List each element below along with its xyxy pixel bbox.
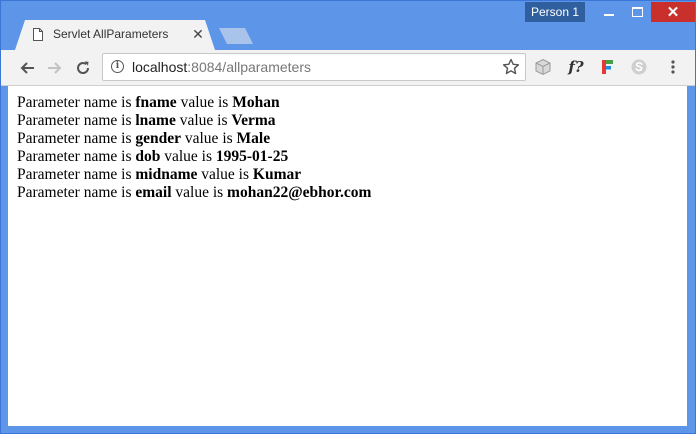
tab-close-icon[interactable]: ✕ bbox=[191, 26, 205, 42]
tab-title: Servlet AllParameters bbox=[53, 27, 169, 41]
parameter-line: Parameter name is midname value is Kumar bbox=[17, 166, 302, 183]
parameter-line: Parameter name is lname value is Verma bbox=[17, 112, 276, 129]
new-tab-button[interactable] bbox=[219, 28, 253, 44]
parameter-list: Parameter name is fname value is Mohan P… bbox=[17, 94, 371, 202]
parameter-line: Parameter name is dob value is 1995-01-2… bbox=[17, 148, 289, 165]
back-arrow-icon bbox=[20, 62, 34, 74]
reload-button[interactable] bbox=[70, 55, 96, 81]
skype-icon bbox=[631, 59, 647, 75]
title-bar: Person 1 ✕ Servlet AllParameters ✕ bbox=[1, 1, 695, 50]
minimize-button[interactable] bbox=[595, 2, 623, 22]
extension-skype-button[interactable] bbox=[628, 56, 650, 78]
toolbar: i localhost:8084/allparameters f? bbox=[1, 50, 695, 86]
tab-active[interactable]: Servlet AllParameters ✕ bbox=[15, 20, 215, 50]
f-icon: f? bbox=[568, 58, 584, 76]
back-button[interactable] bbox=[14, 55, 40, 81]
info-icon[interactable]: i bbox=[111, 60, 124, 73]
page-content: Parameter name is fname value is Mohan P… bbox=[8, 86, 687, 426]
forward-arrow-icon bbox=[48, 62, 62, 74]
url-text[interactable]: localhost:8084/allparameters bbox=[132, 59, 311, 75]
profile-button[interactable]: Person 1 bbox=[525, 2, 585, 22]
address-bar[interactable]: i localhost:8084/allparameters bbox=[102, 53, 526, 81]
extension-cube-button[interactable] bbox=[532, 56, 554, 78]
close-window-button[interactable]: ✕ bbox=[651, 2, 695, 22]
extension-f-button[interactable]: f? bbox=[565, 56, 587, 78]
maximize-icon bbox=[631, 7, 643, 17]
bookmark-star-icon[interactable] bbox=[502, 58, 520, 76]
extension-color-button[interactable] bbox=[597, 56, 619, 78]
maximize-button[interactable] bbox=[623, 2, 651, 22]
color-icon bbox=[602, 60, 613, 74]
menu-button[interactable] bbox=[662, 56, 684, 78]
parameter-line: Parameter name is gender value is Male bbox=[17, 130, 271, 147]
minimize-icon bbox=[604, 14, 614, 16]
browser-window: Person 1 ✕ Servlet AllParameters ✕ i loc… bbox=[0, 0, 696, 434]
forward-button[interactable] bbox=[42, 55, 68, 81]
parameter-line: Parameter name is email value is mohan22… bbox=[17, 184, 372, 201]
cube-icon bbox=[535, 58, 551, 76]
close-icon: ✕ bbox=[666, 3, 680, 21]
reload-icon bbox=[77, 61, 90, 74]
parameter-line: Parameter name is fname value is Mohan bbox=[17, 94, 280, 111]
page-icon bbox=[33, 28, 43, 41]
more-vert-icon bbox=[671, 60, 675, 74]
